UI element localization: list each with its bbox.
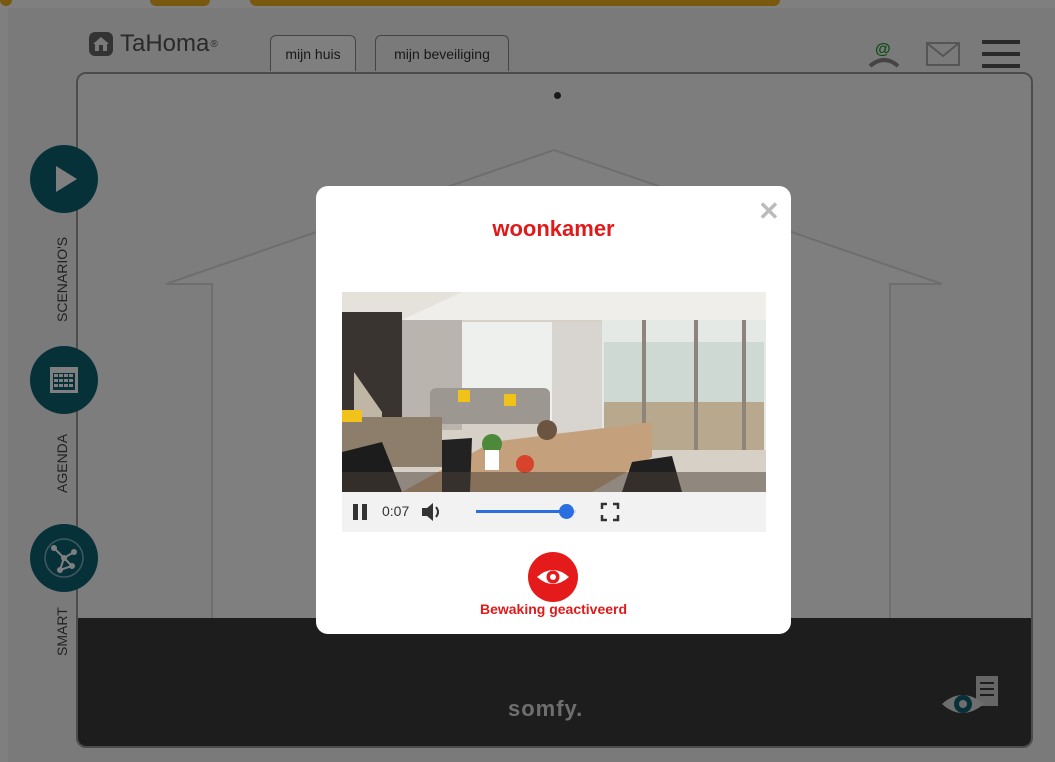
pause-icon[interactable] (352, 503, 368, 521)
eye-icon (537, 570, 569, 584)
surveillance-status-label: Bewaking geactiveerd (479, 601, 628, 617)
volume-slider-fill (476, 510, 566, 513)
video-time: 0:07 (382, 503, 410, 519)
video-frame (342, 292, 766, 492)
volume-slider[interactable] (476, 504, 576, 519)
camera-video[interactable] (342, 292, 766, 492)
camera-modal: ✕ woonkamer 0:07 Bewaking geactiveerd (316, 186, 791, 634)
surveillance-toggle-button[interactable] (528, 552, 578, 602)
modal-title: woonkamer (492, 216, 615, 241)
video-controls: 0:07 (342, 492, 766, 532)
fullscreen-icon[interactable] (600, 502, 620, 522)
volume-icon[interactable] (420, 501, 446, 523)
volume-slider-knob[interactable] (559, 504, 574, 519)
